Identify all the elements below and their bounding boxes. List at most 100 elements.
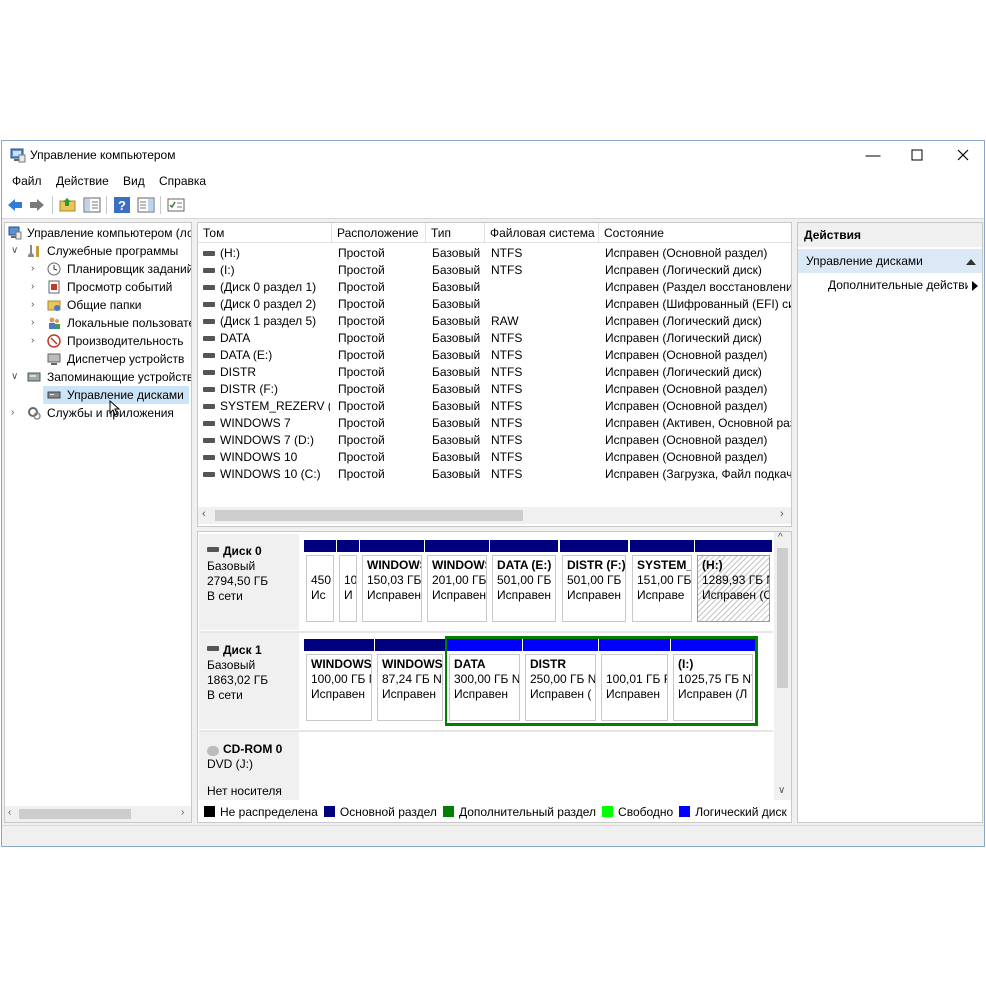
- volume-row[interactable]: DATA (E:) Простой Базовый NTFS Исправен (Осн…: [198, 347, 791, 364]
- tree-item-device-manager[interactable]: Диспетчер устройств: [5, 350, 191, 368]
- tree-item-storage[interactable]: ∨ Запоминающие устройства: [5, 368, 191, 386]
- tree-item-root[interactable]: Управление компьютером (локальным): [5, 224, 191, 242]
- partition-block[interactable]: (I:)1025,75 ГБ NTFSИсправен (Л: [671, 639, 755, 723]
- volume-icon: [203, 438, 215, 443]
- partition-block[interactable]: WINDOWS 7150,03 ГБ NTFSИсправен: [360, 540, 424, 624]
- disk-info-1[interactable]: Диск 1 Базовый 1863,02 ГБ В сети: [199, 633, 299, 729]
- toolbar-separator: [106, 196, 107, 214]
- partition-block[interactable]: DATA (E:)501,00 ГБ NTFSИсправен: [490, 540, 558, 624]
- volume-row[interactable]: WINDOWS 7 Простой Базовый NTFS Исправен (Акт…: [198, 415, 791, 432]
- volume-row[interactable]: WINDOWS 10 (C:) Простой Базовый NTFS Исправе…: [198, 466, 791, 483]
- disk-info-2[interactable]: CD-ROM 0 DVD (J:) Нет носителя: [199, 732, 299, 800]
- volume-row[interactable]: SYSTEM_REZERV (G:) Простой Базовый NTFS Испр…: [198, 398, 791, 415]
- properties-icon[interactable]: [167, 196, 185, 214]
- menu-file[interactable]: Файл: [12, 174, 42, 188]
- close-button[interactable]: [940, 141, 984, 169]
- partition-block[interactable]: WINDOWS 10201,00 ГБ NTFSИсправен: [425, 540, 489, 624]
- users-icon: [49, 317, 60, 329]
- chevron-right-icon[interactable]: ›: [11, 404, 21, 422]
- scroll-up-icon[interactable]: ^: [778, 532, 783, 543]
- partition-block[interactable]: SYSTEM_ 151,00 ГБ Исправе: [630, 540, 694, 624]
- up-folder-icon[interactable]: [59, 196, 77, 214]
- column-header-volume[interactable]: Том: [198, 223, 332, 243]
- column-header-filesystem[interactable]: Файловая система: [485, 223, 599, 243]
- scroll-right-icon[interactable]: ›: [780, 508, 784, 520]
- chevron-down-icon[interactable]: ∨: [11, 242, 21, 260]
- partition-label: [344, 558, 352, 573]
- scroll-left-icon[interactable]: ‹: [8, 807, 11, 818]
- volume-horizontal-scrollbar[interactable]: ‹ ›: [198, 507, 791, 524]
- disk-info-0[interactable]: Диск 0 Базовый 2794,50 ГБ В сети: [199, 534, 299, 630]
- scroll-right-icon[interactable]: ›: [181, 807, 184, 818]
- volume-row[interactable]: WINDOWS 7 (D:) Простой Базовый NTFS Исправен…: [198, 432, 791, 449]
- partition-block[interactable]: (H:)1289,93 ГБ NTFSИсправен (О: [695, 540, 772, 624]
- volume-row[interactable]: (Диск 0 раздел 1) Простой Базовый Исправен …: [198, 279, 791, 296]
- scroll-down-icon[interactable]: ∨: [778, 785, 785, 796]
- collapse-up-icon[interactable]: [966, 258, 976, 265]
- tree-item-task-scheduler[interactable]: › Планировщик заданий: [5, 260, 191, 278]
- chevron-right-icon[interactable]: ›: [31, 278, 41, 296]
- chevron-right-icon[interactable]: ›: [31, 260, 41, 278]
- volume-row[interactable]: DATA Простой Базовый NTFS Исправен (Логическ…: [198, 330, 791, 347]
- actions-group-disk-management[interactable]: Управление дисками: [798, 249, 982, 273]
- show-hide-action-pane-icon[interactable]: [137, 196, 155, 214]
- volume-row[interactable]: (Диск 1 раздел 5) Простой Базовый RAW Исправ…: [198, 313, 791, 330]
- column-header-status[interactable]: Состояние: [599, 223, 791, 243]
- disk-map-vertical-scrollbar[interactable]: ^ ∨: [774, 532, 791, 800]
- scroll-left-icon[interactable]: ‹: [202, 508, 206, 520]
- minimize-button[interactable]: —: [850, 141, 896, 169]
- chevron-right-icon[interactable]: ›: [31, 332, 41, 350]
- partition-block[interactable]: 100,01 ГБ RAWИсправен: [599, 639, 670, 723]
- tree-item-event-viewer[interactable]: › Просмотр событий: [5, 278, 191, 296]
- volume-cell-name: WINDOWS 10: [220, 450, 298, 464]
- partition-size: 100,01 ГБ RAW: [606, 672, 667, 686]
- volume-row[interactable]: (H:) Простой Базовый NTFS Исправен (Основной…: [198, 245, 791, 262]
- partition-block[interactable]: WINDOWS87,24 ГБ NTFSИсправен: [375, 639, 445, 723]
- partition-block[interactable]: 10 И: [337, 540, 359, 624]
- tree-item-system-tools[interactable]: ∨ Служебные программы: [5, 242, 191, 260]
- volume-cell-name: WINDOWS 10 (C:): [220, 467, 321, 481]
- maximize-button[interactable]: [894, 141, 940, 169]
- volume-row[interactable]: (I:) Простой Базовый NTFS Исправен (Логическ…: [198, 262, 791, 279]
- menu-help[interactable]: Справка: [159, 174, 206, 188]
- column-header-type[interactable]: Тип: [426, 223, 485, 243]
- forward-arrow-icon[interactable]: [28, 196, 46, 214]
- volume-row[interactable]: DISTR Простой Базовый NTFS Исправен (Логичес…: [198, 364, 791, 381]
- chevron-right-icon[interactable]: ›: [31, 296, 41, 314]
- chevron-right-icon[interactable]: ›: [31, 314, 41, 332]
- chevron-down-icon[interactable]: ∨: [11, 368, 21, 386]
- menu-view[interactable]: Вид: [123, 174, 145, 188]
- scrollbar-thumb[interactable]: [19, 809, 131, 819]
- partition-color-bar: [523, 639, 598, 651]
- more-actions-link[interactable]: Дополнительные действия: [828, 277, 968, 293]
- scrollbar-thumb[interactable]: [777, 548, 788, 688]
- show-hide-tree-icon[interactable]: [83, 196, 101, 214]
- tree-item-services[interactable]: › Службы и приложения: [5, 404, 191, 422]
- partition-status: Исправен: [367, 588, 422, 602]
- column-header-layout[interactable]: Расположение: [332, 223, 426, 243]
- back-arrow-icon[interactable]: [6, 196, 24, 214]
- tree-item-performance[interactable]: › Производительность: [5, 332, 191, 350]
- volume-icon: [203, 404, 215, 409]
- partition-block[interactable]: DISTR250,00 ГБ NTFSИсправен (: [523, 639, 598, 723]
- menu-action[interactable]: Действие: [56, 174, 109, 188]
- tree-item-local-users[interactable]: › Локальные пользователи и группы: [5, 314, 191, 332]
- scrollbar-thumb[interactable]: [215, 510, 523, 521]
- partition-block[interactable]: WINDOWS100,00 ГБ NTFSИсправен: [304, 639, 374, 723]
- volume-row[interactable]: (Диск 0 раздел 2) Простой Базовый Исправен …: [198, 296, 791, 313]
- submenu-arrow-icon[interactable]: [972, 281, 978, 291]
- partition-block[interactable]: 450 Ис: [304, 540, 336, 624]
- partition-block[interactable]: DISTR (F:)501,00 ГБ NTFSИсправен: [560, 540, 628, 624]
- tree-horizontal-scrollbar[interactable]: ‹ ›: [5, 806, 191, 822]
- volume-cell-type: Базовый: [432, 297, 481, 311]
- tree-item-shared-folders[interactable]: › Общие папки: [5, 296, 191, 314]
- volume-row[interactable]: DISTR (F:) Простой Базовый NTFS Исправен (Ос…: [198, 381, 791, 398]
- partition-block[interactable]: DATA300,00 ГБ NTFSИсправен: [447, 639, 522, 723]
- volume-row[interactable]: WINDOWS 10 Простой Базовый NTFS Исправен (Ос…: [198, 449, 791, 466]
- volume-cell-fs: NTFS: [491, 246, 523, 260]
- legend-label: Основной раздел: [339, 805, 437, 819]
- help-icon[interactable]: ?: [113, 196, 131, 214]
- disk-icon: [207, 547, 219, 552]
- volume-cell-type: Базовый: [432, 433, 481, 447]
- volume-cell-type: Базовый: [432, 399, 481, 413]
